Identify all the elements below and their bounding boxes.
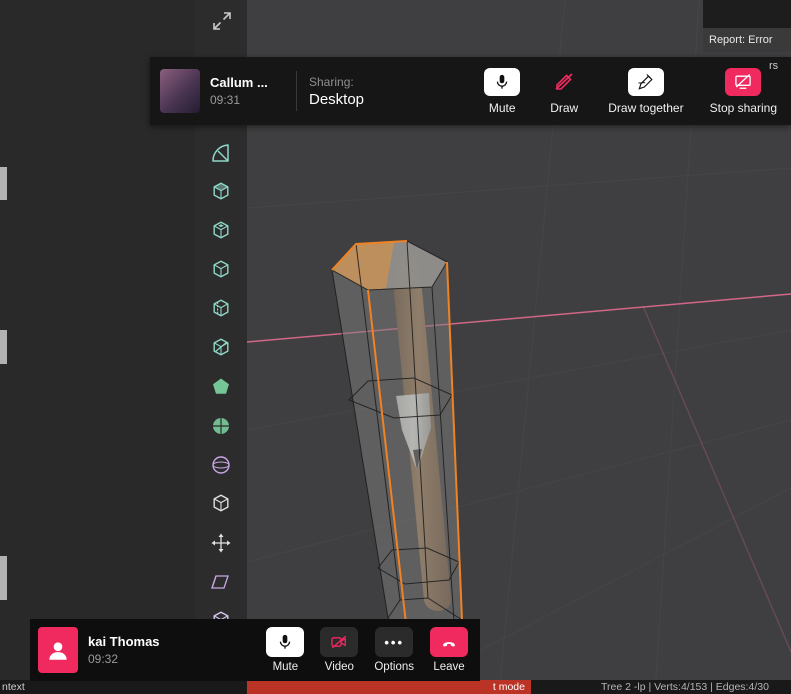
presenter-name: Callum ... (210, 75, 268, 90)
hexagonal-mesh[interactable] (331, 240, 463, 642)
stop-sharing-button[interactable]: Stop sharing (709, 67, 777, 115)
shear-tool-icon (211, 575, 229, 589)
camera-off-icon (320, 627, 359, 657)
extrude-tool-icon (213, 182, 229, 200)
more-options-icon: ••• (375, 627, 414, 657)
inset-faces-tool-button[interactable] (206, 216, 236, 246)
poly-build-tool-icon (213, 378, 229, 394)
participant-avatar (38, 627, 78, 673)
background-window-fragment (0, 556, 7, 600)
call-video-button[interactable]: Video (320, 627, 359, 673)
stop-sharing-label: Stop sharing (709, 100, 777, 115)
draw-together-icon (627, 67, 664, 96)
measure-tool-button[interactable] (206, 138, 236, 168)
axis-line-secondary (642, 305, 791, 653)
loop-cut-tool-button[interactable] (206, 294, 236, 324)
poly-build-tool-button[interactable] (206, 372, 236, 402)
status-error-text: t mode (492, 681, 525, 693)
mute-button[interactable]: Mute (484, 67, 521, 115)
presenter-identity: Callum ... 09:31 (210, 75, 294, 107)
expand-icon (213, 12, 231, 30)
participant-call-bar: kai Thomas 09:32 Mute Video ••• Options … (30, 619, 480, 681)
background-window-fragment (0, 167, 7, 200)
mic-icon (266, 627, 305, 657)
spin-tool-icon (213, 418, 229, 434)
shear-tool-button[interactable] (206, 567, 236, 597)
edge-slide-tool-button[interactable] (206, 489, 236, 519)
presenter-time: 09:31 (210, 93, 241, 107)
shrink-fatten-tool-icon (211, 533, 231, 553)
call-mute-label: Mute (272, 661, 299, 673)
inset-faces-tool-icon (213, 221, 229, 239)
draw-disabled-icon (546, 68, 582, 96)
knife-tool-icon (213, 338, 229, 356)
knife-tool-button[interactable] (206, 333, 236, 363)
clipped-text-fragment: rs (769, 60, 779, 72)
expand-toolbar-button[interactable] (210, 9, 234, 33)
sharing-label: Sharing: (309, 74, 354, 89)
draw-button[interactable]: Draw (546, 68, 582, 115)
mute-label: Mute (488, 100, 516, 115)
bevel-tool-icon (213, 260, 229, 278)
screen-share-bar: Callum ... 09:31 Sharing: Desktop Mute D… (150, 57, 791, 125)
call-video-label: Video (324, 661, 354, 673)
x-axis-line (247, 293, 791, 343)
participant-identity: kai Thomas 09:32 (88, 634, 160, 666)
measure-tool-icon (212, 144, 229, 162)
report-error-tooltip: Report: Error (703, 0, 791, 52)
share-bar-actions: Mute Draw Draw together Stop sharing (484, 67, 777, 115)
call-leave-button[interactable]: Leave (430, 627, 468, 673)
extrude-tool-button[interactable] (206, 177, 236, 207)
status-left-fragment: ntext (2, 681, 25, 693)
presenter-avatar (160, 69, 200, 113)
call-options-button[interactable]: ••• Options (374, 627, 414, 673)
draw-together-button[interactable]: Draw together (608, 67, 684, 115)
call-options-label: Options (374, 661, 414, 673)
call-mute-button[interactable]: Mute (266, 627, 305, 673)
sharing-status: Sharing: Desktop (309, 75, 364, 108)
mic-icon (484, 67, 521, 96)
spin-tool-button[interactable] (206, 411, 236, 441)
bevel-tool-button[interactable] (206, 255, 236, 285)
loop-cut-tool-icon (213, 299, 229, 317)
participant-name: kai Thomas (88, 634, 160, 649)
status-error-bar: t mode (247, 680, 531, 694)
participant-time: 09:32 (88, 652, 119, 666)
call-bar-actions: Mute Video ••• Options Leave (266, 627, 468, 673)
mesh-statistics: Tree 2 -lp | Verts:4/153 | Edges:4/30 (601, 681, 769, 693)
draw-together-label: Draw together (608, 100, 684, 115)
hang-up-icon (430, 627, 468, 657)
blender-status-bar: ntext t mode Tree 2 -lp | Verts:4/153 | … (0, 680, 791, 694)
person-icon (49, 642, 67, 660)
sharing-value: Desktop (309, 90, 365, 108)
screen-share-off-icon (725, 67, 762, 96)
background-window-fragment (0, 330, 7, 364)
edge-slide-tool-icon (213, 494, 229, 512)
draw-label: Draw (550, 100, 579, 115)
shrink-fatten-tool-button[interactable] (206, 528, 236, 558)
toolbar-tools (206, 138, 236, 636)
smooth-tool-button[interactable] (206, 450, 236, 480)
call-leave-label: Leave (433, 661, 465, 673)
divider (296, 71, 297, 111)
report-error-text: Report: Error (703, 28, 791, 52)
smooth-tool-icon (212, 456, 230, 474)
